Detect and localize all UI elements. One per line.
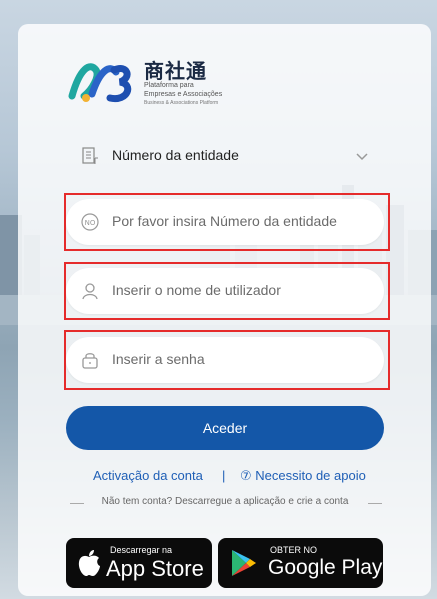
password-field[interactable]: Inserir a senha xyxy=(66,337,384,383)
entity-type-select[interactable]: Número da entidade xyxy=(66,133,384,179)
google-play-small-label: OBTER NO xyxy=(270,545,318,555)
app-store-button[interactable]: Descarregar na App Store xyxy=(66,538,212,588)
brand-title: 商社通 xyxy=(144,61,207,83)
username-field[interactable]: Inserir o nome de utilizador xyxy=(66,268,384,314)
divider xyxy=(368,503,382,504)
lock-icon xyxy=(82,353,98,369)
entity-number-field[interactable]: NO Por favor insira Número da entidade xyxy=(66,199,384,245)
username-input[interactable]: Inserir o nome de utilizador xyxy=(112,282,281,298)
google-play-label: Google Play xyxy=(268,556,383,579)
google-play-icon xyxy=(232,550,256,576)
help-link[interactable]: ⑦ Necessito de apoio xyxy=(240,468,366,484)
brand-subtitle: Empresas e Associações xyxy=(144,91,223,98)
link-separator: | xyxy=(222,468,226,483)
document-icon xyxy=(82,147,98,164)
brand-subtitle: Plataforma para xyxy=(144,82,194,89)
google-play-button[interactable]: OBTER NO Google Play xyxy=(218,538,383,588)
brand-logo-icon xyxy=(68,63,132,103)
activate-account-link[interactable]: Activação da conta xyxy=(93,468,203,483)
app-store-label: App Store xyxy=(106,556,204,581)
password-input[interactable]: Inserir a senha xyxy=(112,351,205,367)
brand-subtitle-en: Business & Associations Platform xyxy=(144,100,219,106)
no-account-hint: Não tem conta? Descarregue a aplicação e… xyxy=(101,496,349,507)
entity-type-value: Número da entidade xyxy=(112,147,239,163)
chevron-down-icon xyxy=(356,153,368,161)
svg-text:NO: NO xyxy=(85,219,96,227)
app-store-small-label: Descarregar na xyxy=(110,545,173,555)
number-badge-icon: NO xyxy=(81,213,99,231)
user-icon xyxy=(82,283,98,300)
apple-icon xyxy=(78,550,100,576)
login-button[interactable]: Aceder xyxy=(66,406,384,450)
entity-number-input[interactable]: Por favor insira Número da entidade xyxy=(112,213,337,229)
